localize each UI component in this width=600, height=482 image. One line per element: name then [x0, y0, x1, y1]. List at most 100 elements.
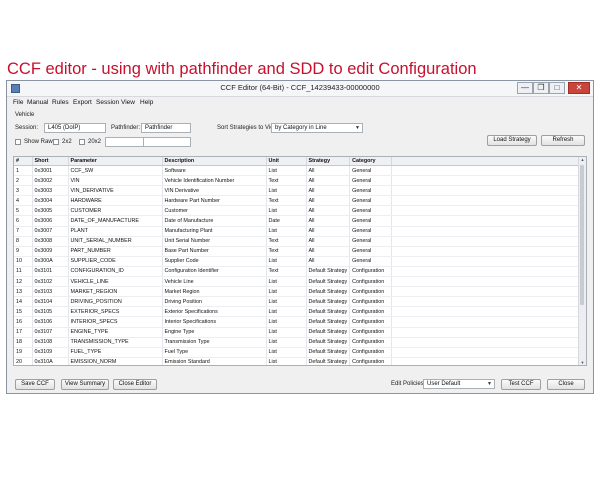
menu-export[interactable]: Export: [73, 99, 92, 106]
cell-index: 1: [14, 165, 33, 177]
column-header-short[interactable]: Short: [32, 157, 69, 166]
table-row[interactable]: 2 0x3002 VIN Vehicle Identification Number T…: [14, 175, 586, 187]
cell-index: 7: [14, 226, 33, 237]
cell-parameter: CUSTOMER: [68, 205, 163, 217]
cell-filler: [391, 226, 586, 237]
menu-session[interactable]: Session: [96, 99, 119, 106]
show-raw-checkbox[interactable]: [15, 139, 21, 145]
scroll-up-icon[interactable]: ▲: [579, 157, 586, 162]
cell-parameter: DRIVING_POSITION: [68, 296, 163, 308]
cell-index: 14: [14, 296, 33, 308]
cell-unit: List: [266, 316, 307, 328]
session-field[interactable]: L405 (DoIP): [44, 123, 106, 133]
cell-strategy: All: [306, 246, 351, 257]
column-header-strategy[interactable]: Strategy: [306, 157, 351, 166]
title-bar[interactable]: CCF Editor (64-Bit) - CCF_14239433-00000…: [7, 81, 593, 97]
table-row[interactable]: 18 0x3108 TRANSMISSION_TYPE Transmission Ty…: [14, 337, 586, 348]
20x2-checkbox[interactable]: [79, 139, 85, 145]
raw-range-field[interactable]: [143, 137, 191, 147]
save-ccf-button[interactable]: Save CCF: [15, 379, 55, 390]
cell-index: 5: [14, 205, 33, 217]
menu-file[interactable]: File: [13, 99, 23, 106]
2x2-checkbox[interactable]: [53, 139, 59, 145]
cell-strategy: All: [306, 256, 351, 267]
cell-short: 0x3109: [32, 347, 69, 358]
cell-parameter: CCF_SW: [68, 165, 163, 177]
cell-description: Vehicle Identification Number: [162, 175, 267, 187]
chevron-down-icon: ▼: [487, 381, 492, 387]
menu-rules[interactable]: Rules: [52, 99, 69, 106]
cell-index: 9: [14, 246, 33, 257]
cell-index: 19: [14, 347, 33, 358]
cell-parameter: VEHICLE_LINE: [68, 276, 163, 288]
cell-description: Exterior Specifications: [162, 306, 267, 318]
close-window-button[interactable]: ✕: [568, 82, 590, 94]
cell-description: Date of Manufacture: [162, 215, 267, 227]
cell-description: Unit Serial Number: [162, 236, 267, 247]
minimize-button[interactable]: —: [517, 82, 533, 94]
table-row[interactable]: 4 0x3004 HARDWARE Hardware Part Number Text A…: [14, 195, 586, 207]
cell-description: Market Region: [162, 286, 267, 298]
column-header-index[interactable]: #: [14, 157, 33, 166]
column-header-unit[interactable]: Unit: [266, 157, 307, 166]
close-button[interactable]: Close: [547, 379, 585, 390]
view-summary-button[interactable]: View Summary: [61, 379, 109, 390]
table-row[interactable]: 9 0x3009 PART_NUMBER Base Part Number Text Al…: [14, 246, 586, 257]
cell-unit: Text: [266, 175, 307, 187]
table-row[interactable]: 15 0x3105 EXTERIOR_SPECS Exterior Specifica…: [14, 306, 586, 318]
cell-unit: List: [266, 276, 307, 288]
column-header-description[interactable]: Description: [162, 157, 267, 166]
cell-filler: [391, 316, 586, 328]
table-row[interactable]: 17 0x3107 ENGINE_TYPE Engine Type List Defaul…: [14, 327, 586, 338]
session-label: Session:: [15, 125, 39, 131]
restore-button[interactable]: ❐: [533, 82, 549, 94]
table-row[interactable]: 19 0x3109 FUEL_TYPE Fuel Type List Default St…: [14, 347, 586, 358]
refresh-button[interactable]: Refresh: [541, 135, 585, 146]
cell-category: Configuration: [349, 327, 393, 338]
cell-strategy: Default Strategy: [306, 337, 351, 348]
table-row[interactable]: 8 0x3008 UNIT_SERIAL_NUMBER Unit Serial Num…: [14, 236, 586, 247]
menu-bar: File Manual Rules Export Session View He…: [7, 97, 593, 108]
table-scrollbar[interactable]: ▲ ▼: [578, 157, 586, 365]
table-row[interactable]: 3 0x3003 VIN_DERIVATIVE VIN Derivative List A…: [14, 185, 586, 197]
menu-help[interactable]: Help: [140, 99, 153, 106]
cell-filler: [391, 266, 586, 278]
scrollbar-thumb[interactable]: [580, 165, 584, 305]
sort-strategies-select[interactable]: by Category in Line ▼: [271, 123, 363, 133]
edit-policies-select[interactable]: User Default ▼: [423, 379, 495, 389]
column-header-filler: [391, 157, 586, 166]
load-strategy-button[interactable]: Load Strategy: [487, 135, 537, 146]
table-row[interactable]: 1 0x3001 CCF_SW Software List All General: [14, 165, 586, 177]
cell-description: Engine Type: [162, 327, 267, 338]
cell-strategy: All: [306, 175, 351, 187]
table-row[interactable]: 20 0x310A EMISSION_NORM Emission Standard Li…: [14, 357, 586, 365]
close-editor-button[interactable]: Close Editor: [113, 379, 157, 390]
menu-manual[interactable]: Manual: [27, 99, 48, 106]
cell-short: 0x3108: [32, 337, 69, 348]
table-row[interactable]: 7 0x3007 PLANT Manufacturing Plant List All Ge…: [14, 226, 586, 237]
cell-filler: [391, 306, 586, 318]
cell-short: 0x3003: [32, 185, 69, 197]
column-header-category[interactable]: Category: [349, 157, 393, 166]
cell-index: 12: [14, 276, 33, 288]
table-row[interactable]: 16 0x3106 INTERIOR_SPECS Interior Specifica…: [14, 316, 586, 328]
table-row[interactable]: 10 0x300A SUPPLIER_CODE Supplier Code List Al…: [14, 256, 586, 267]
cell-short: 0x3105: [32, 306, 69, 318]
table-row[interactable]: 5 0x3005 CUSTOMER Customer List All General: [14, 205, 586, 217]
cell-filler: [391, 357, 586, 365]
scroll-down-icon[interactable]: ▼: [579, 360, 586, 365]
pathfinder-field[interactable]: Pathfinder: [141, 123, 191, 133]
cell-description: Software: [162, 165, 267, 177]
menu-view[interactable]: View: [121, 99, 135, 106]
maximize-button[interactable]: □: [549, 82, 565, 94]
table-row[interactable]: 12 0x3102 VEHICLE_LINE Vehicle Line List Defa…: [14, 276, 586, 288]
table-row[interactable]: 11 0x3101 CONFIGURATION_ID Configuration Id…: [14, 266, 586, 278]
table-row[interactable]: 6 0x3006 DATE_OF_MANUFACTURE Date of Manufa…: [14, 215, 586, 227]
cell-category: Configuration: [349, 276, 393, 288]
table-row[interactable]: 13 0x3103 MARKET_REGION Market Region List De…: [14, 286, 586, 298]
column-header-parameter[interactable]: Parameter: [68, 157, 163, 166]
test-ccf-button[interactable]: Test CCF: [501, 379, 541, 390]
cell-filler: [391, 347, 586, 358]
raw-value-field[interactable]: [105, 137, 145, 147]
table-row[interactable]: 14 0x3104 DRIVING_POSITION Driving Position…: [14, 296, 586, 308]
